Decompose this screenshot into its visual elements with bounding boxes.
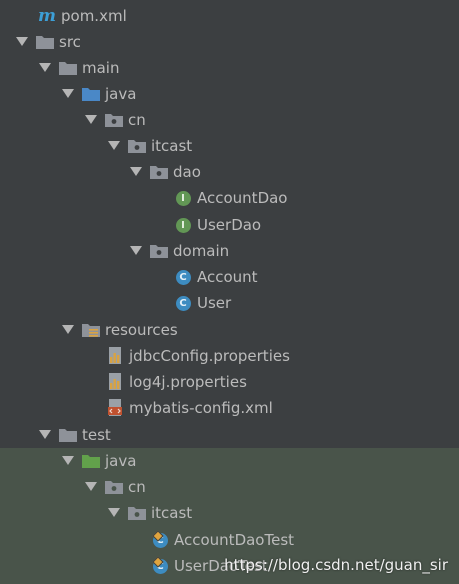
watermark: https://blog.csdn.net/guan_sir (224, 556, 448, 574)
tree-item-label: domain (173, 242, 230, 260)
tree-item-cn-test[interactable]: cn (83, 474, 146, 500)
tree-item-label: pom.xml (61, 7, 127, 25)
tree-item-label: cn (128, 478, 146, 496)
tree-item-pom-xml[interactable]: m pom.xml (38, 3, 127, 29)
expand-arrow-icon[interactable] (128, 164, 144, 180)
maven-icon: m (38, 6, 56, 26)
tree-item-label: resources (105, 321, 178, 339)
tree-item-main[interactable]: main (37, 55, 119, 81)
expand-arrow-icon[interactable] (106, 505, 122, 521)
tree-item-label: main (82, 59, 120, 77)
expand-arrow-icon[interactable] (37, 60, 53, 76)
expand-arrow-icon[interactable] (14, 34, 30, 50)
expand-arrow-icon[interactable] (60, 322, 76, 338)
tree-item-label: jdbcConfig.properties (129, 347, 290, 365)
tree-item-label: mybatis-config.xml (129, 399, 273, 417)
tree-item-label: cn (128, 111, 146, 129)
tree-item-account[interactable]: C Account (174, 264, 258, 290)
test-class-icon: C (151, 558, 169, 574)
tree-item-label: User (197, 294, 232, 312)
tree-item-log4j[interactable]: log4j.properties (106, 369, 247, 395)
tree-item-dao[interactable]: dao (128, 159, 201, 185)
test-class-icon: C (151, 532, 169, 548)
package-icon (150, 243, 168, 259)
tree-item-java-test[interactable]: java (60, 448, 136, 474)
interface-icon: I (174, 190, 192, 206)
expand-arrow-icon[interactable] (106, 138, 122, 154)
test-source-folder-icon (82, 453, 100, 469)
expand-arrow-icon[interactable] (83, 112, 99, 128)
tree-item-label: itcast (151, 504, 193, 522)
tree-item-accountdao[interactable]: I AccountDao (174, 185, 287, 211)
expand-arrow-icon[interactable] (37, 427, 53, 443)
tree-item-resources[interactable]: resources (60, 317, 178, 343)
interface-icon: I (174, 217, 192, 233)
tree-item-itcast-test[interactable]: itcast (106, 500, 192, 526)
tree-item-userdao[interactable]: I UserDao (174, 212, 261, 238)
tree-item-src[interactable]: src (14, 29, 81, 55)
expand-arrow-icon[interactable] (83, 479, 99, 495)
tree-item-label: java (105, 85, 137, 103)
tree-item-user[interactable]: C User (174, 290, 231, 316)
xml-file-icon (106, 399, 124, 416)
tree-item-accountdaotest[interactable]: C AccountDaoTest (151, 527, 294, 553)
tree-item-domain[interactable]: domain (128, 238, 229, 264)
class-icon: C (174, 295, 192, 311)
resources-folder-icon (82, 322, 100, 338)
folder-icon (36, 34, 54, 50)
tree-item-label: Account (197, 268, 258, 286)
expand-arrow-icon[interactable] (60, 86, 76, 102)
tree-item-jdbcconfig[interactable]: jdbcConfig.properties (106, 343, 290, 369)
tree-item-label: AccountDaoTest (174, 531, 295, 549)
tree-item-label: UserDao (197, 216, 262, 234)
tree-item-test[interactable]: test (37, 422, 111, 448)
tree-item-label: src (59, 33, 81, 51)
tree-item-label: test (82, 426, 111, 444)
tree-item-label: dao (173, 163, 201, 181)
tree-item-label: itcast (151, 137, 193, 155)
tree-item-label: log4j.properties (129, 373, 247, 391)
expand-arrow-icon[interactable] (128, 243, 144, 259)
package-icon (128, 505, 146, 521)
class-icon: C (174, 269, 192, 285)
tree-item-java-main[interactable]: java (60, 81, 136, 107)
package-icon (105, 112, 123, 128)
folder-icon (59, 60, 77, 76)
tree-item-cn-main[interactable]: cn (83, 107, 146, 133)
tree-item-label: java (105, 452, 137, 470)
properties-file-icon (106, 373, 124, 390)
package-icon (105, 479, 123, 495)
tree-item-label: AccountDao (197, 189, 288, 207)
source-folder-icon (82, 86, 100, 102)
package-icon (128, 138, 146, 154)
expand-arrow-icon[interactable] (60, 453, 76, 469)
properties-file-icon (106, 347, 124, 364)
tree-item-itcast-main[interactable]: itcast (106, 133, 192, 159)
tree-item-mybatis-config[interactable]: mybatis-config.xml (106, 395, 273, 421)
folder-icon (59, 427, 77, 443)
package-icon (150, 164, 168, 180)
